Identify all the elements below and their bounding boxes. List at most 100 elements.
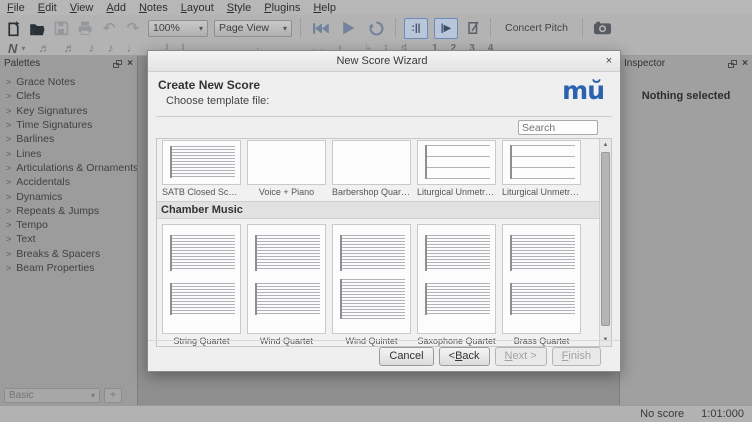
template-thumbnail-voice-piano[interactable]	[247, 140, 326, 185]
duration-quarter-icon[interactable]: ♩	[126, 42, 138, 54]
expand-chevron-icon: >	[6, 177, 11, 187]
duration-eighth-icon[interactable]: ♪	[107, 42, 113, 54]
template-thumbnail-barbershop[interactable]	[332, 140, 411, 185]
template-label: Liturgical Unmetrical	[417, 187, 496, 197]
score-status-text: No score	[640, 408, 684, 420]
main-toolbar: ↶ ↷ 100% ▾ Page View ▾ :|| |▶ Concert Pi…	[0, 15, 752, 41]
add-workspace-button[interactable]: +	[104, 388, 122, 403]
template-thumbnail-liturgical-1[interactable]	[417, 140, 496, 185]
palette-item-tempo[interactable]: >Tempo	[6, 218, 137, 232]
menu-layout[interactable]: Layout	[181, 2, 214, 14]
pan-score-toggle[interactable]: |▶	[434, 18, 458, 39]
palette-item-barlines[interactable]: >Barlines	[6, 132, 137, 146]
toolbar-separator	[490, 19, 491, 37]
palette-item-accidentals[interactable]: >Accidentals	[6, 175, 137, 189]
finish-button[interactable]: Finish	[552, 347, 601, 366]
expand-chevron-icon: >	[6, 163, 11, 173]
duration-16th-icon[interactable]: ♪	[88, 42, 94, 54]
template-thumbnail-wind-quintet[interactable]	[332, 224, 411, 334]
expand-chevron-icon: >	[6, 192, 11, 202]
palette-item-articulations[interactable]: >Articulations & Ornaments	[6, 161, 137, 175]
undo-icon[interactable]: ↶	[100, 18, 118, 38]
status-bar: No score 1:01:000	[0, 405, 752, 422]
palettes-panel: Palettes × >Grace Notes >Clefs >Key Sign…	[0, 56, 138, 405]
template-thumbnail-brass-quartet[interactable]	[502, 224, 581, 334]
close-panel-icon[interactable]: ×	[127, 59, 133, 69]
chevron-down-icon: ▾	[91, 391, 95, 400]
dialog-subheading: Choose template file:	[166, 95, 610, 107]
palette-item-time-signatures[interactable]: >Time Signatures	[6, 118, 137, 132]
palette-item-beam-properties[interactable]: >Beam Properties	[6, 261, 137, 275]
next-button[interactable]: Next >	[495, 347, 547, 366]
template-thumbnail-liturgical-2[interactable]	[502, 140, 581, 185]
template-thumbnail-wind-quartet[interactable]	[247, 224, 326, 334]
close-panel-icon[interactable]: ×	[742, 59, 748, 69]
scroll-up-icon[interactable]: ▲	[600, 139, 611, 151]
palette-item-key-signatures[interactable]: >Key Signatures	[6, 104, 137, 118]
float-panel-icon[interactable]	[728, 60, 737, 68]
duration-64th-icon[interactable]: ♬	[38, 42, 50, 54]
menu-help[interactable]: Help	[313, 2, 336, 14]
palette-item-repeats-jumps[interactable]: >Repeats & Jumps	[6, 204, 137, 218]
menu-view[interactable]: View	[70, 2, 94, 14]
palette-item-breaks-spacers[interactable]: >Breaks & Spacers	[6, 247, 137, 261]
metronome-icon[interactable]	[464, 18, 482, 38]
new-score-icon[interactable]	[4, 18, 22, 38]
expand-chevron-icon: >	[6, 249, 11, 259]
dialog-footer: Cancel < Back Next > Finish	[148, 340, 620, 371]
menu-notes[interactable]: Notes	[139, 2, 168, 14]
inspector-panel: Inspector × Nothing selected	[619, 56, 752, 405]
workspace-select[interactable]: Basic ▾	[4, 388, 100, 403]
note-input-mode-button[interactable]: N	[8, 41, 17, 56]
expand-chevron-icon: >	[6, 220, 11, 230]
dialog-title: New Score Wizard	[148, 55, 602, 67]
save-icon[interactable]	[52, 18, 70, 38]
template-thumbnail-saxophone-quartet[interactable]	[417, 224, 496, 334]
chevron-down-icon: ▾	[277, 24, 287, 33]
open-file-icon[interactable]	[28, 18, 46, 38]
template-search-input[interactable]	[518, 120, 598, 135]
concert-pitch-button[interactable]: Concert Pitch	[499, 22, 574, 34]
toolbar-separator	[582, 19, 583, 37]
close-icon[interactable]: ×	[602, 55, 616, 67]
menu-plugins[interactable]: Plugins	[264, 2, 300, 14]
print-icon[interactable]	[76, 18, 94, 38]
dialog-titlebar[interactable]: New Score Wizard ×	[148, 51, 620, 72]
template-thumbnail-string-quartet[interactable]	[162, 224, 241, 334]
expand-chevron-icon: >	[6, 206, 11, 216]
expand-chevron-icon: >	[6, 149, 11, 159]
expand-chevron-icon: >	[6, 234, 11, 244]
palette-item-text[interactable]: >Text	[6, 232, 137, 246]
zoom-select[interactable]: 100% ▾	[148, 20, 208, 37]
redo-icon[interactable]: ↷	[124, 18, 142, 38]
palette-item-grace-notes[interactable]: >Grace Notes	[6, 75, 137, 89]
menu-add[interactable]: Add	[106, 2, 126, 14]
loop-playback-icon[interactable]	[365, 18, 387, 38]
palettes-panel-title: Palettes	[4, 58, 108, 69]
expand-chevron-icon: >	[6, 120, 11, 130]
back-button[interactable]: < Back	[439, 347, 490, 366]
cancel-button[interactable]: Cancel	[379, 347, 433, 366]
menu-file[interactable]: File	[7, 2, 25, 14]
workspace-value: Basic	[9, 390, 33, 401]
template-thumbnail-satb[interactable]	[162, 140, 241, 185]
play-repeats-toggle[interactable]: :||	[404, 18, 428, 39]
float-panel-icon[interactable]	[113, 60, 122, 68]
palette-item-lines[interactable]: >Lines	[6, 146, 137, 160]
template-label: Liturgical Unmetrical...	[502, 187, 581, 197]
palette-item-dynamics[interactable]: >Dynamics	[6, 189, 137, 203]
rewind-icon[interactable]	[309, 18, 331, 38]
menu-style[interactable]: Style	[227, 2, 251, 14]
template-label: Voice + Piano	[247, 187, 326, 197]
play-icon[interactable]	[337, 18, 359, 38]
template-scroll-area: SATB Closed Score + Piano Voice + Piano …	[156, 138, 612, 347]
scrollbar-thumb[interactable]	[601, 152, 610, 326]
playback-position-text: 1:01:000	[701, 408, 744, 420]
chevron-down-icon[interactable]: ▾	[21, 44, 25, 53]
image-capture-icon[interactable]	[591, 18, 613, 38]
template-scrollbar[interactable]: ▲ ▼	[599, 139, 611, 346]
menu-edit[interactable]: Edit	[38, 2, 57, 14]
duration-32nd-icon[interactable]: ♬	[63, 42, 75, 54]
palette-item-clefs[interactable]: >Clefs	[6, 89, 137, 103]
view-mode-select[interactable]: Page View ▾	[214, 20, 292, 37]
